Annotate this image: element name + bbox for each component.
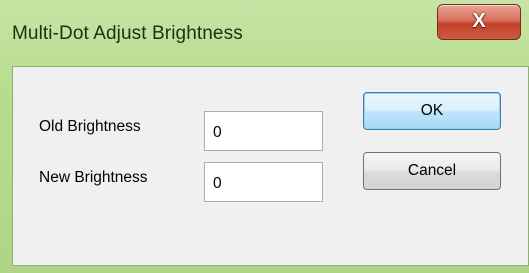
ok-button[interactable]: OK (363, 92, 501, 130)
dialog-body: Old Brightness 0 New Brightness 0 OK Can… (12, 66, 529, 266)
close-button[interactable]: X (437, 4, 521, 40)
cancel-button[interactable]: Cancel (363, 152, 501, 190)
window-title: Multi-Dot Adjust Brightness (12, 23, 243, 44)
close-icon: X (472, 10, 486, 32)
old-brightness-label: Old Brightness (39, 118, 141, 135)
new-brightness-field[interactable]: 0 (204, 162, 323, 202)
old-brightness-field[interactable]: 0 (204, 111, 323, 151)
new-brightness-label: New Brightness (39, 169, 148, 186)
dialog-window: Multi-Dot Adjust Brightness X Old Bright… (0, 0, 529, 273)
